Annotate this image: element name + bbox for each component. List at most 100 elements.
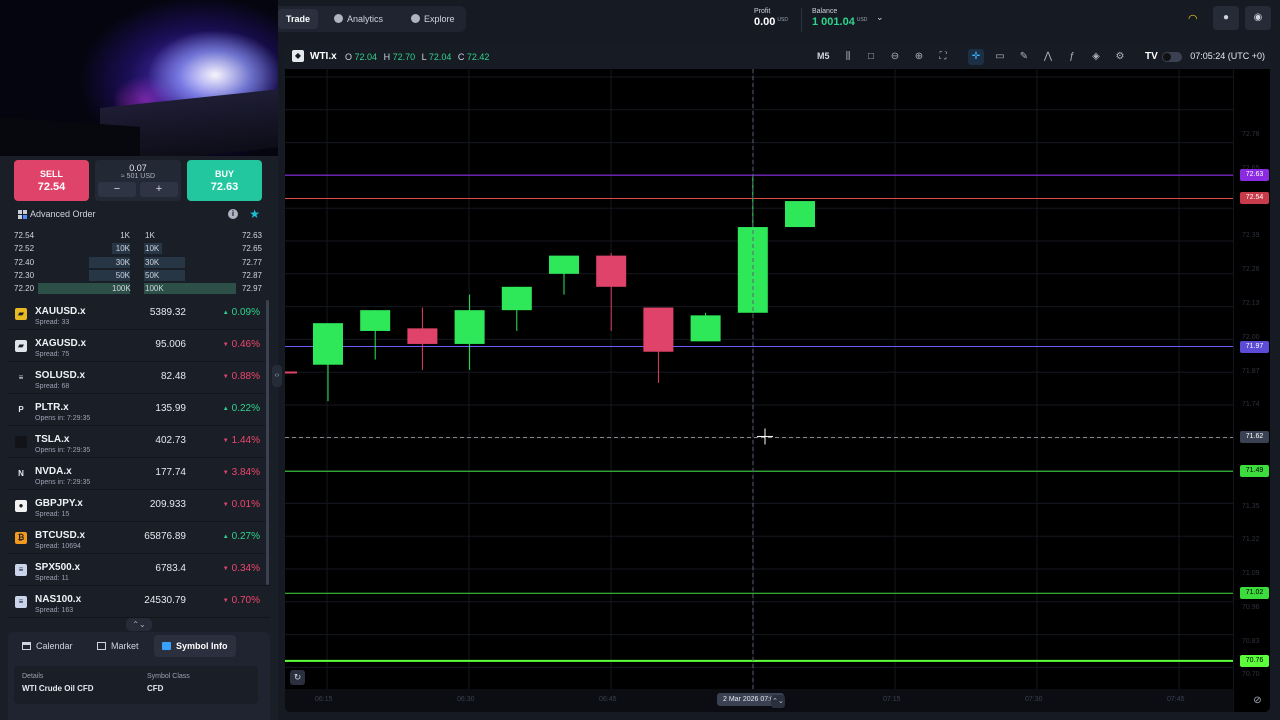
decrease-quantity-button[interactable]: − — [98, 182, 136, 197]
solana-icon: ≡ — [15, 372, 27, 384]
star-icon[interactable]: ★ — [249, 207, 260, 221]
price-axis[interactable]: 72.7872.6572.5272.3972.2672.1372.0071.87… — [1233, 69, 1270, 712]
open-label: O — [345, 52, 353, 62]
watchlist-scrollbar[interactable] — [266, 300, 269, 585]
watchlist-row[interactable]: ● GBPJPY.x Spread: 15 209.933 0.01% — [8, 490, 270, 522]
symbol-class-value: CFD — [147, 684, 164, 693]
watchlist-price: 135.99 — [155, 403, 186, 414]
details-value: WTI Crude Oil CFD — [22, 684, 94, 693]
tab-symbol-info-label: Symbol Info — [176, 641, 228, 651]
watchlist-subtext: Spread: 10694 — [35, 543, 81, 550]
nav-analytics[interactable]: Analytics — [326, 9, 391, 29]
indicator-icon[interactable]: ⋀ — [1040, 49, 1056, 65]
price-chart[interactable] — [285, 69, 1270, 712]
depth-bid-volume: 1K — [120, 231, 130, 240]
timeframe-selector[interactable]: M5 — [817, 51, 830, 61]
depth-row[interactable]: 72.40 30K 30K 72.77 — [8, 256, 266, 269]
watchlist-price: 6783.4 — [155, 563, 186, 574]
watchlist-row[interactable]: ≡ NAS100.x Spread: 163 24530.79 0.70% — [8, 586, 270, 618]
layers-icon[interactable]: ◈ — [1088, 49, 1104, 65]
chart-settings-icon[interactable]: ⊘ — [1251, 694, 1264, 707]
watchlist-change: 0.22% — [223, 403, 260, 414]
candle-body[interactable] — [643, 307, 674, 352]
watchlist-symbol: BTCUSD.x — [35, 530, 86, 541]
watchlist-row[interactable]: ▰ XAUUSD.x Spread: 33 5389.32 0.09% — [8, 298, 270, 330]
time-tick: 07:45 — [1167, 696, 1185, 703]
chart-symbol[interactable]: WTI.x — [310, 51, 337, 62]
watchlist-price: 177.74 — [155, 467, 186, 478]
watchlist-price: 65876.89 — [144, 531, 186, 542]
silver-icon: ▰ — [15, 340, 27, 352]
balance-label: Balance — [812, 8, 838, 15]
ruler-icon[interactable]: ▭ — [992, 49, 1008, 65]
candles-icon[interactable]: ⫼ — [840, 49, 856, 65]
buy-button[interactable]: BUY 72.63 — [187, 160, 262, 201]
tab-market[interactable]: Market — [89, 635, 147, 657]
advanced-order-row[interactable]: Advanced Order i ★ — [18, 207, 262, 222]
candle-body[interactable] — [360, 310, 391, 331]
fit-screen-icon[interactable]: ⛶ — [935, 49, 951, 65]
candle-body[interactable] — [596, 255, 627, 287]
watchlist-row[interactable]: TSLA.x Opens in: 7:29:35 402.73 1.44% — [8, 426, 270, 458]
chevron-icon[interactable]: ⌃⌄ — [771, 695, 785, 708]
candle-body[interactable] — [313, 323, 343, 365]
gear-icon[interactable]: ⚙ — [1112, 49, 1128, 65]
square-icon[interactable]: □ — [863, 49, 879, 65]
low-label: L — [421, 52, 427, 62]
watchlist-price: 82.48 — [160, 371, 186, 382]
watchlist-row[interactable]: N NVDA.x Opens in: 7:29:35 177.74 3.84% — [8, 458, 270, 490]
crosshair-icon[interactable]: ✛ — [968, 49, 984, 65]
nav-explore[interactable]: Explore — [403, 9, 463, 29]
nav-analytics-label: Analytics — [347, 14, 384, 24]
quantity-stepper: 0.07 ≈ 501 USD − + — [95, 160, 181, 201]
function-icon[interactable]: ƒ — [1064, 49, 1080, 65]
symbol-class-label: Symbol Class — [147, 673, 190, 680]
depth-row[interactable]: 72.20 100K 100K 72.97 — [8, 282, 266, 295]
candle-body[interactable] — [549, 255, 579, 274]
nav-trade[interactable]: Trade — [278, 9, 319, 29]
watchlist-row[interactable]: ≡ SOLUSD.x Spread: 68 82.48 0.88% — [8, 362, 270, 394]
balance-display[interactable]: Balance 1 001.04 USD — [812, 8, 867, 28]
watchlist-symbol: SPX500.x — [35, 562, 81, 573]
watchlist-row[interactable]: ▰ XAGUSD.x Spread: 75 95.006 0.46% — [8, 330, 270, 362]
balance-currency: USD — [856, 17, 868, 23]
theme-toggle[interactable] — [1162, 52, 1182, 62]
reset-chart-icon[interactable]: ↻ — [290, 670, 305, 685]
notifications-button[interactable]: ● — [1213, 6, 1239, 30]
watchlist-change: 0.34% — [223, 563, 260, 574]
info-icon[interactable]: i — [228, 209, 238, 219]
tab-symbol-info[interactable]: Symbol Info — [154, 635, 236, 657]
sell-button[interactable]: SELL 72.54 — [14, 160, 89, 201]
zoom-in-icon[interactable]: ⊕ — [911, 49, 927, 65]
pencil-icon[interactable]: ✎ — [1016, 49, 1032, 65]
depth-row[interactable]: 72.52 10K 10K 72.65 — [8, 242, 266, 255]
profile-button[interactable]: ◉ — [1245, 6, 1271, 30]
candle-body[interactable] — [454, 310, 485, 344]
buy-price: 72.63 — [210, 181, 239, 193]
candle-body[interactable] — [501, 286, 532, 311]
watchlist-symbol: NAS100.x — [35, 594, 82, 605]
candle-body[interactable] — [785, 201, 815, 228]
depth-row[interactable]: 72.54 1K 1K 72.63 — [8, 229, 266, 242]
depth-row[interactable]: 72.30 50K 50K 72.87 — [8, 269, 266, 282]
increase-quantity-button[interactable]: + — [140, 182, 178, 197]
zoom-out-icon[interactable]: ⊖ — [887, 49, 903, 65]
candle-body[interactable] — [407, 328, 438, 344]
watchlist-row[interactable]: P PLTR.x Opens in: 7:29:35 135.99 0.22% — [8, 394, 270, 426]
collapse-toggle[interactable]: ⌃⌄ — [126, 618, 152, 631]
us-flag-icon: ≡ — [15, 564, 27, 576]
watchlist-subtext: Spread: 68 — [35, 383, 70, 390]
webcam-overlay — [0, 0, 278, 156]
watchlist-change: 0.09% — [223, 307, 260, 318]
panel-resize-handle[interactable]: ‹› — [272, 365, 282, 387]
tab-calendar[interactable]: Calendar — [14, 635, 81, 657]
high-label: H — [383, 52, 391, 62]
watchlist-row[interactable]: ₿ BTCUSD.x Spread: 10694 65876.89 0.27% — [8, 522, 270, 554]
advanced-order-label: Advanced Order — [30, 209, 96, 219]
candle-body[interactable] — [690, 315, 721, 342]
symbol-details: Details WTI Crude Oil CFD Symbol Class C… — [14, 666, 258, 704]
divider — [801, 8, 802, 32]
watchlist-row[interactable]: ≡ SPX500.x Spread: 11 6783.4 0.34% — [8, 554, 270, 586]
quantity-value[interactable]: 0.07 — [95, 163, 181, 173]
chevron-down-icon[interactable]: ⌄ — [876, 12, 884, 23]
